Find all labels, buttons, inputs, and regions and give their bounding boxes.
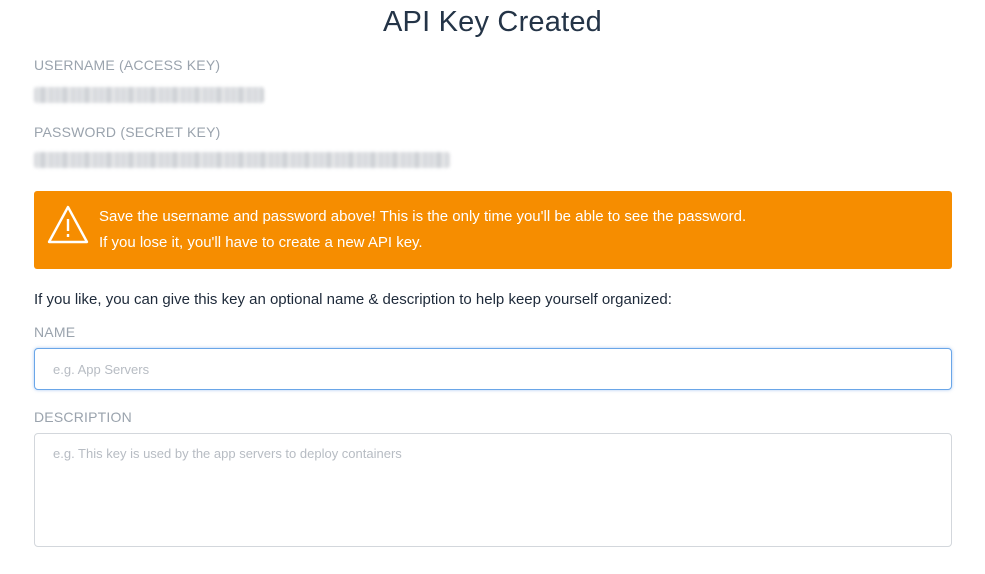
warning-text-line-2: If you lose it, you'll have to create a … xyxy=(99,234,423,251)
name-input[interactable] xyxy=(34,348,952,390)
description-label: DESCRIPTION xyxy=(34,409,132,425)
warning-text-line-1: Save the username and password above! Th… xyxy=(99,208,747,225)
username-value-redacted xyxy=(34,87,264,103)
page-title: API Key Created xyxy=(383,6,602,38)
description-textarea[interactable] xyxy=(34,433,952,547)
warning-triangle-icon xyxy=(47,205,89,244)
username-label: USERNAME (ACCESS KEY) xyxy=(34,57,221,73)
password-label: PASSWORD (SECRET KEY) xyxy=(34,124,221,140)
helper-text: If you like, you can give this key an op… xyxy=(34,291,672,308)
name-label: NAME xyxy=(34,324,76,340)
warning-banner: Save the username and password above! Th… xyxy=(34,191,952,269)
password-value-redacted xyxy=(34,152,450,168)
